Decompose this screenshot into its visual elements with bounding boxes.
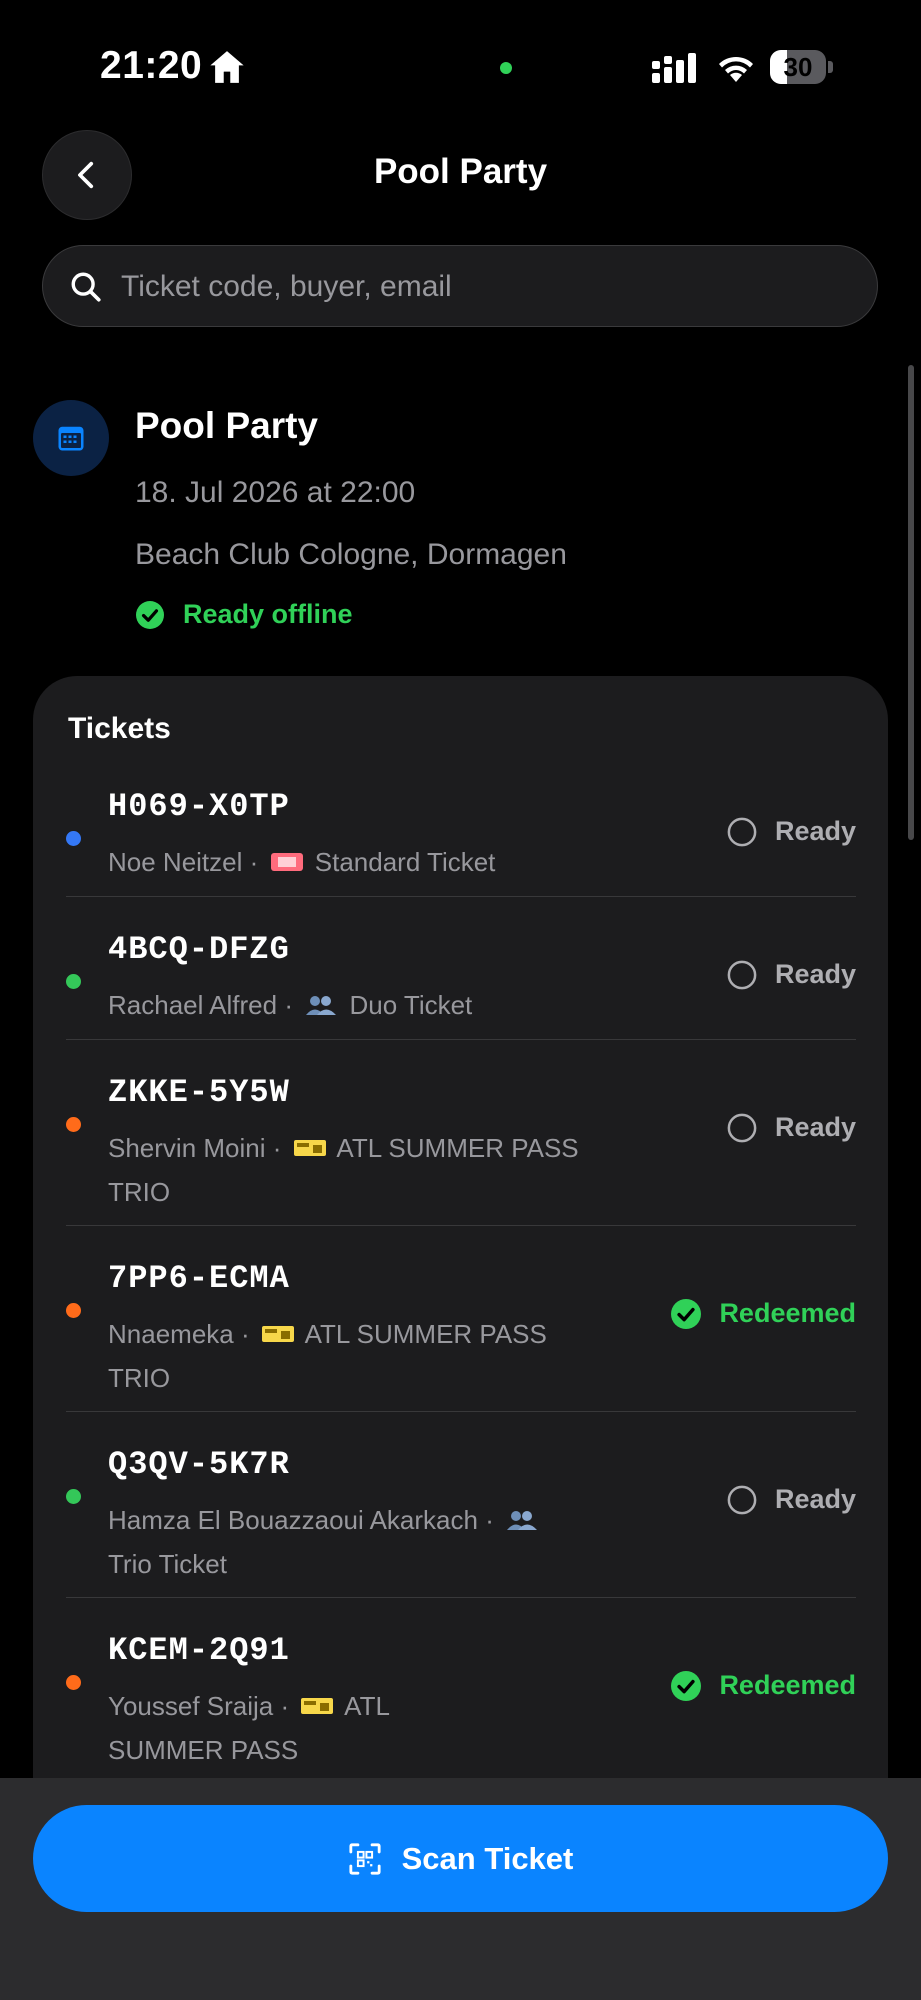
ticket-type: Duo Ticket — [349, 990, 473, 1020]
calendar-icon — [58, 426, 84, 451]
ticket-color-dot — [66, 974, 81, 989]
pass-ticket-icon — [301, 1698, 334, 1714]
divider — [66, 1597, 856, 1598]
ticket-meta: Rachael Alfred · Duo Ticket — [108, 990, 473, 1020]
scan-ticket-button[interactable]: Scan Ticket — [33, 1805, 888, 1912]
admit-one-ticket-icon — [270, 853, 303, 871]
ticket-buyer: Nnaemeka — [108, 1319, 234, 1349]
ticket-status-label: Ready — [774, 959, 856, 989]
status-time: 21:20 — [100, 44, 203, 87]
ticket-row[interactable]: ZKKE-5Y5W Shervin Moini · ATL SUMMER PAS… — [66, 1062, 856, 1226]
offline-status: Ready offline — [183, 599, 353, 629]
ticket-color-dot — [66, 1489, 81, 1504]
checkmark-circle-icon — [671, 1670, 702, 1701]
event-venue: Beach Club Cologne, Dormagen — [135, 538, 567, 571]
ticket-meta: Youssef Sraija · ATL SUMMER PASS — [108, 1691, 389, 1765]
ticket-status: Redeemed — [671, 1670, 856, 1701]
event-date: 18. Jul 2026 at 22:00 — [135, 476, 416, 509]
two-people-icon — [306, 996, 337, 1015]
divider — [66, 1411, 856, 1412]
empty-circle-icon — [727, 817, 757, 846]
ticket-meta: Nnaemeka · ATL SUMMER PASS TRIO — [108, 1319, 547, 1393]
pass-ticket-icon — [293, 1140, 326, 1156]
ticket-status: Ready — [727, 959, 856, 990]
ticket-color-dot — [66, 1675, 81, 1690]
ticket-buyer: Hamza El Bouazzaoui Akarkach — [108, 1505, 478, 1535]
ticket-row[interactable]: 4BCQ-DFZG Rachael Alfred · Duo Ticket Re… — [66, 919, 856, 1040]
ticket-code: H069-X0TP — [108, 788, 290, 825]
cellular-signal-icon — [652, 53, 696, 83]
ticket-row[interactable]: Q3QV-5K7R Hamza El Bouazzaoui Akarkach ·… — [66, 1434, 856, 1598]
page-title: Pool Party — [373, 152, 548, 191]
event-calendar-badge — [33, 400, 109, 476]
ticket-row[interactable]: H069-X0TP Noe Neitzel · Standard Ticket … — [66, 776, 856, 897]
ticket-code: 7PP6-ECMA — [108, 1260, 290, 1297]
ticket-status: Ready — [727, 1484, 856, 1515]
ticket-code: 4BCQ-DFZG — [108, 931, 290, 968]
empty-circle-icon — [727, 960, 757, 989]
divider — [66, 896, 856, 897]
ticket-type: Standard Ticket — [314, 847, 496, 877]
ticket-meta: Noe Neitzel · Standard Ticket — [108, 847, 496, 877]
privacy-indicator — [500, 62, 512, 74]
ticket-buyer: Shervin Moini — [108, 1133, 266, 1163]
search-field[interactable] — [42, 245, 878, 328]
ticket-code: Q3QV-5K7R — [108, 1446, 290, 1483]
ticket-status: Ready — [727, 1112, 856, 1143]
ticket-type: Trio Ticket — [108, 1549, 227, 1579]
ticket-status-label: Redeemed — [719, 1670, 856, 1700]
scan-ticket-label: Scan Ticket — [401, 1840, 574, 1876]
scrollbar[interactable] — [908, 365, 914, 840]
section-title: Tickets — [68, 712, 171, 745]
empty-circle-icon — [727, 1113, 757, 1142]
checkmark-circle-icon — [136, 601, 164, 629]
checkmark-circle-icon — [671, 1298, 702, 1329]
divider — [66, 1225, 856, 1226]
ticket-buyer: Noe Neitzel — [108, 847, 243, 877]
home-icon — [210, 51, 244, 83]
empty-circle-icon — [727, 1485, 757, 1514]
ticket-color-dot — [66, 1117, 81, 1132]
ticket-meta: Shervin Moini · ATL SUMMER PASS TRIO — [108, 1133, 579, 1207]
ticket-code: ZKKE-5Y5W — [108, 1074, 290, 1111]
ticket-status-label: Ready — [774, 816, 856, 846]
battery-level: 30 — [783, 52, 813, 82]
wifi-icon — [719, 56, 753, 82]
pass-ticket-icon — [261, 1326, 294, 1342]
ticket-status: Redeemed — [671, 1298, 856, 1329]
divider — [66, 1039, 856, 1040]
ticket-row[interactable]: KCEM-2Q91 Youssef Sraija · ATL SUMMER PA… — [66, 1620, 856, 1784]
ticket-meta: Hamza El Bouazzaoui Akarkach · Trio Tick… — [108, 1498, 588, 1586]
search-icon — [71, 272, 101, 302]
battery-indicator: 30 — [770, 50, 834, 84]
ticket-status: Ready — [727, 816, 856, 847]
ticket-color-dot — [66, 831, 81, 846]
ticket-row[interactable]: 7PP6-ECMA Nnaemeka · ATL SUMMER PASS TRI… — [66, 1248, 856, 1412]
two-people-icon — [507, 1511, 538, 1530]
ticket-code: KCEM-2Q91 — [108, 1632, 290, 1669]
ticket-color-dot — [66, 1303, 81, 1318]
event-title: Pool Party — [135, 405, 318, 446]
search-input[interactable] — [119, 246, 843, 328]
ticket-buyer: Youssef Sraija — [108, 1691, 274, 1721]
ticket-buyer: Rachael Alfred — [108, 990, 278, 1020]
tickets-card: Tickets H069-X0TP Noe Neitzel · Standard… — [33, 676, 888, 1826]
ticket-status-label: Ready — [774, 1484, 856, 1514]
ticket-status-label: Ready — [774, 1112, 856, 1142]
qr-scan-icon — [349, 1842, 381, 1875]
ticket-status-label: Redeemed — [719, 1298, 856, 1328]
